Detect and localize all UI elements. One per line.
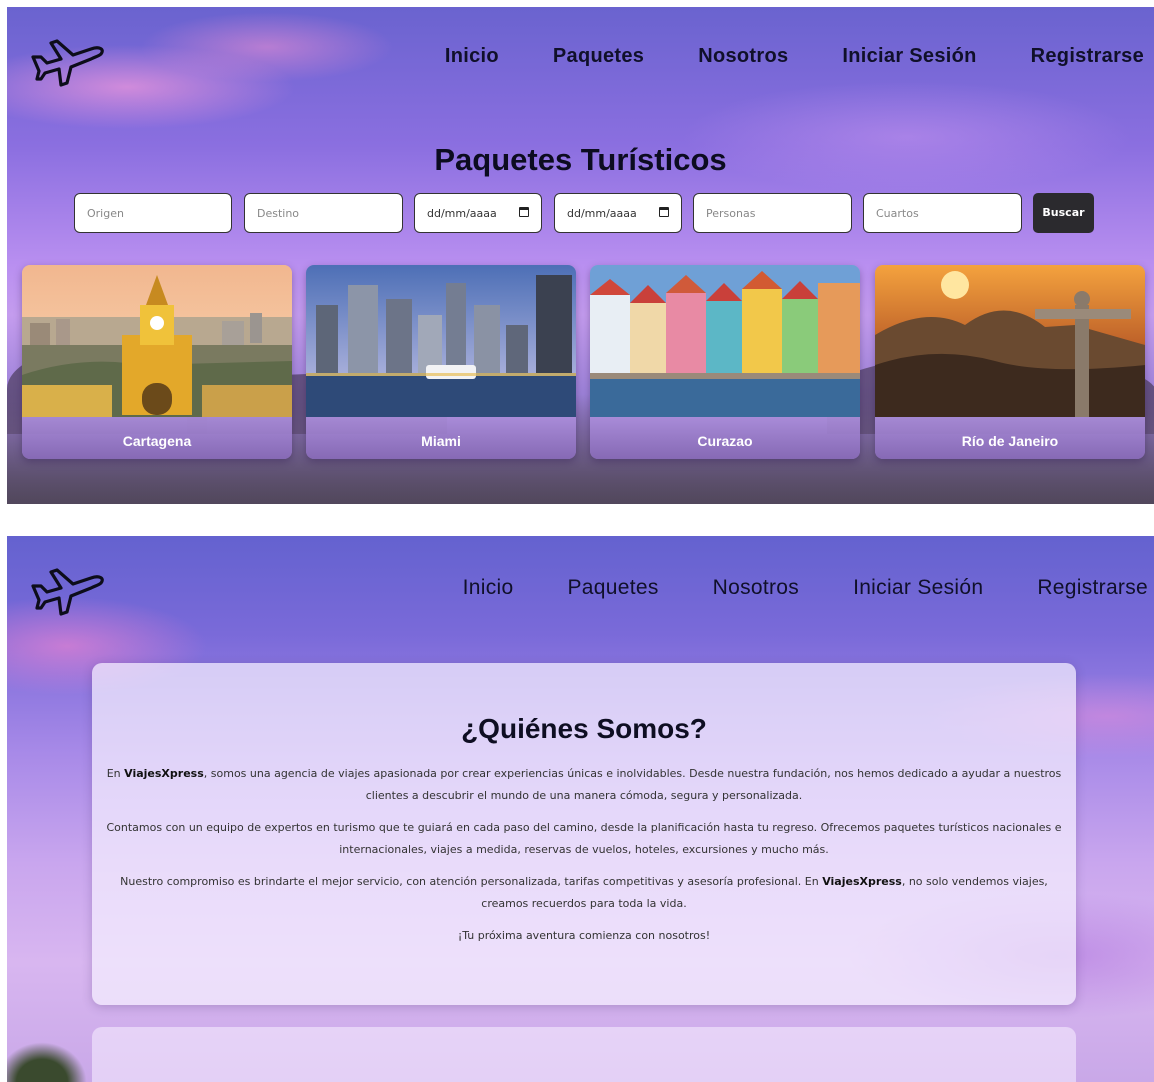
nav-registrarse[interactable]: Registrarse bbox=[1031, 45, 1144, 68]
search-button[interactable]: Buscar bbox=[1033, 193, 1094, 233]
about-screen: Inicio Paquetes Nosotros Iniciar Sesión … bbox=[7, 536, 1154, 1082]
card-miami[interactable]: Miami bbox=[306, 265, 576, 459]
end-date-value: dd/mm/aaaa bbox=[567, 207, 637, 220]
nav-inicio[interactable]: Inicio bbox=[463, 576, 514, 600]
about-closing: ¡Tu próxima aventura comienza con nosotr… bbox=[457, 929, 711, 942]
nav-registrarse[interactable]: Registrarse bbox=[1037, 576, 1148, 600]
nav-iniciar-sesion[interactable]: Iniciar Sesión bbox=[842, 45, 976, 68]
nav-menu: Inicio Paquetes Nosotros Iniciar Sesión … bbox=[409, 576, 1148, 600]
rooms-input[interactable]: Cuartos bbox=[863, 193, 1022, 233]
nav-inicio[interactable]: Inicio bbox=[445, 45, 499, 68]
end-date-input[interactable]: dd/mm/aaaa bbox=[554, 193, 682, 233]
page-title: Paquetes Turísticos bbox=[434, 142, 727, 177]
destination-input[interactable]: Destino bbox=[244, 193, 403, 233]
about-text: En bbox=[106, 767, 125, 780]
miami-image bbox=[306, 265, 576, 417]
about-paragraph: En ViajesXpress, somos una agencia de vi… bbox=[106, 763, 1062, 806]
about-text: , somos una agencia de viajes apasionada… bbox=[203, 767, 1062, 802]
packages-screen: Inicio Paquetes Nosotros Iniciar Sesión … bbox=[7, 7, 1154, 504]
nav-paquetes[interactable]: Paquetes bbox=[567, 576, 658, 600]
card-rio-de-janeiro[interactable]: Río de Janeiro bbox=[875, 265, 1145, 459]
nav-menu: Inicio Paquetes Nosotros Iniciar Sesión … bbox=[391, 45, 1144, 68]
navbar: Inicio Paquetes Nosotros Iniciar Sesión … bbox=[7, 7, 1154, 107]
brand-name: ViajesXpress bbox=[124, 767, 204, 780]
about-paragraph: Contamos con un equipo de expertos en tu… bbox=[106, 821, 1062, 856]
people-input[interactable]: Personas bbox=[693, 193, 852, 233]
about-text: Nuestro compromiso es brindarte el mejor… bbox=[120, 875, 823, 888]
origin-input[interactable]: Origen bbox=[74, 193, 232, 233]
card-cartagena[interactable]: Cartagena bbox=[22, 265, 292, 459]
card-label: Río de Janeiro bbox=[875, 417, 1145, 459]
rio-image bbox=[875, 265, 1145, 417]
nav-iniciar-sesion[interactable]: Iniciar Sesión bbox=[853, 576, 983, 600]
about-body: En ViajesXpress, somos una agencia de vi… bbox=[106, 763, 1062, 958]
calendar-icon[interactable] bbox=[519, 207, 529, 217]
curazao-image bbox=[590, 265, 860, 417]
airplane-icon[interactable] bbox=[27, 35, 105, 87]
brand-name: ViajesXpress bbox=[822, 875, 902, 888]
cartagena-image bbox=[22, 265, 292, 417]
calendar-icon[interactable] bbox=[659, 207, 669, 217]
card-label: Miami bbox=[306, 417, 576, 459]
start-date-input[interactable]: dd/mm/aaaa bbox=[414, 193, 542, 233]
start-date-value: dd/mm/aaaa bbox=[427, 207, 497, 220]
background-palm bbox=[7, 1042, 87, 1082]
nav-nosotros[interactable]: Nosotros bbox=[698, 45, 788, 68]
card-curazao[interactable]: Curazao bbox=[590, 265, 860, 459]
card-label: Curazao bbox=[590, 417, 860, 459]
nav-nosotros[interactable]: Nosotros bbox=[713, 576, 799, 600]
next-section-card bbox=[92, 1027, 1076, 1082]
airplane-icon[interactable] bbox=[27, 564, 105, 616]
about-paragraph: Nuestro compromiso es brindarte el mejor… bbox=[106, 871, 1062, 914]
nav-paquetes[interactable]: Paquetes bbox=[553, 45, 644, 68]
card-label: Cartagena bbox=[22, 417, 292, 459]
navbar: Inicio Paquetes Nosotros Iniciar Sesión … bbox=[7, 536, 1154, 636]
about-card: ¿Quiénes Somos? En ViajesXpress, somos u… bbox=[92, 663, 1076, 1005]
about-title: ¿Quiénes Somos? bbox=[461, 713, 707, 744]
